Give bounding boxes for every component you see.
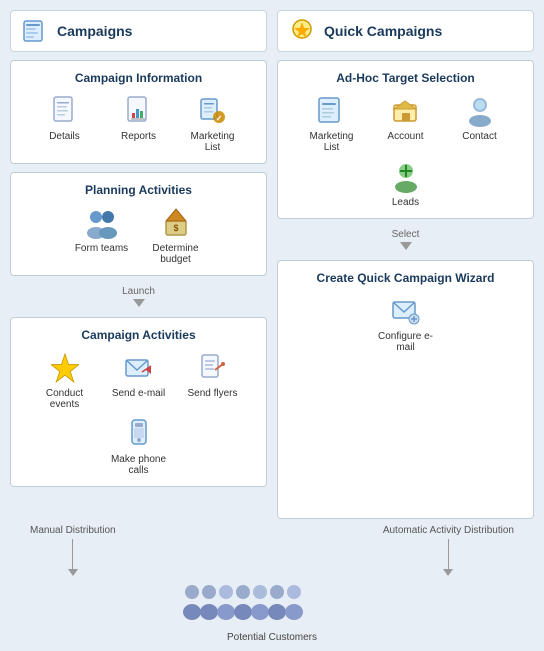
send-flyers-icon [195,350,231,386]
conduct-events-item[interactable]: Conduct events [35,350,95,410]
auto-arrow-line [448,539,449,569]
top-section: Campaigns Campaign Information [0,0,544,519]
make-phone-calls-icon [121,416,157,452]
determine-budget-label: Determine budget [146,243,206,265]
wizard-title: Create Quick Campaign Wizard [288,271,523,285]
wizard-grid: Configure e-mail [288,293,523,353]
send-email-item[interactable]: Send e-mail [109,350,169,410]
contact-label: Contact [462,131,496,142]
campaigns-header-title: Campaigns [57,23,132,39]
bottom-section: Manual Distribution Automatic Activity D… [0,519,544,651]
configure-email-icon [388,293,424,329]
campaign-info-grid: Details Report [21,93,256,153]
campaign-activities-grid: Conduct events Send e-mail [21,350,256,476]
send-email-icon [121,350,157,386]
select-arrow: Select [277,227,534,252]
marketing-list-icon: ✓ [195,93,231,129]
leads-item[interactable]: Leads [376,159,436,208]
leads-label: Leads [392,197,419,208]
adhoc-marketing-list-label: Marketing List [302,131,362,153]
campaign-info-box: Campaign Information [10,60,267,164]
quick-campaigns-header: Quick Campaigns [277,10,534,52]
account-icon [388,93,424,129]
auto-arrow-down [443,569,453,576]
conduct-events-label: Conduct events [35,388,95,410]
wizard-box: Create Quick Campaign Wizard [277,260,534,519]
configure-email-label: Configure e-mail [376,331,436,353]
campaign-info-title: Campaign Information [21,71,256,85]
make-phone-calls-label: Make phone calls [109,454,169,476]
quick-campaigns-header-title: Quick Campaigns [324,23,442,39]
marketing-list-label: Marketing List [183,131,243,153]
campaigns-header: Campaigns [10,10,267,52]
details-label: Details [49,131,80,142]
reports-icon [121,93,157,129]
form-teams-item[interactable]: Form teams [72,205,132,265]
campaigns-header-icon [21,17,49,45]
campaign-activities-box: Campaign Activities Conduct events [10,317,267,487]
contact-item[interactable]: Contact [450,93,510,153]
launch-arrow: Launch [10,284,267,309]
determine-budget-icon: $ [158,205,194,241]
auto-distribution-label: Automatic Activity Distribution [383,525,514,536]
details-icon [47,93,83,129]
form-teams-icon [84,205,120,241]
account-item[interactable]: Account [376,93,436,153]
campaign-activities-title: Campaign Activities [21,328,256,342]
select-label: Select [392,229,420,240]
svg-text:$: $ [173,223,178,233]
adhoc-marketing-list-item[interactable]: Marketing List [302,93,362,153]
determine-budget-item[interactable]: $ Determine budget [146,205,206,265]
conduct-events-icon [47,350,83,386]
bottom-arrows: Manual Distribution Automatic Activity D… [10,525,534,576]
leads-icon [388,159,424,195]
send-flyers-item[interactable]: Send flyers [183,350,243,410]
reports-item[interactable]: Reports [109,93,169,153]
adhoc-title: Ad-Hoc Target Selection [288,71,523,85]
manual-arrow-line [72,539,73,569]
manual-distribution-label: Manual Distribution [30,525,116,536]
planning-activities-title: Planning Activities [21,183,256,197]
people-icon [172,580,372,630]
adhoc-grid: Marketing List Account [288,93,523,208]
auto-distribution: Automatic Activity Distribution [383,525,514,576]
adhoc-marketing-list-icon [314,93,350,129]
main-container: Campaigns Campaign Information [0,0,544,651]
contact-icon [462,93,498,129]
planning-activities-grid: Form teams $ Determine budget [21,205,256,265]
people-group [172,580,372,630]
send-email-label: Send e-mail [112,388,165,399]
make-phone-calls-item[interactable]: Make phone calls [109,416,169,476]
send-flyers-label: Send flyers [187,388,237,399]
planning-activities-box: Planning Activities Form teams [10,172,267,276]
right-column: Quick Campaigns Ad-Hoc Target Selection [277,10,534,519]
form-teams-label: Form teams [75,243,128,254]
configure-email-item[interactable]: Configure e-mail [376,293,436,353]
launch-label: Launch [122,286,155,297]
potential-customers-label: Potential Customers [227,632,317,643]
manual-distribution: Manual Distribution [30,525,116,576]
account-label: Account [387,131,423,142]
quick-campaigns-header-icon [288,17,316,45]
reports-label: Reports [121,131,156,142]
marketing-list-item[interactable]: ✓ Marketing List [183,93,243,153]
left-column: Campaigns Campaign Information [10,10,267,519]
manual-arrow-down [68,569,78,576]
details-item[interactable]: Details [35,93,95,153]
svg-text:✓: ✓ [215,114,222,123]
adhoc-box: Ad-Hoc Target Selection [277,60,534,219]
